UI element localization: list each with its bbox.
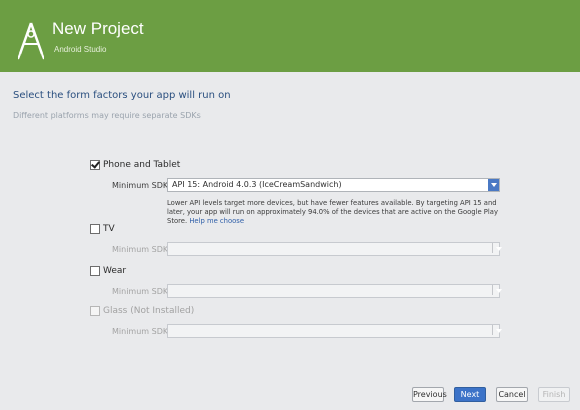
wear-min-sdk-label: Minimum SDK [112,287,169,296]
wear-checkbox[interactable] [90,266,100,276]
wizard-title: New Project [52,19,144,38]
glass-checkbox [90,306,100,316]
tv-min-sdk-select[interactable] [167,242,502,256]
glass-min-sdk-label: Minimum SDK [112,327,169,336]
phone-tablet-checkbox[interactable] [90,160,100,170]
phone-tablet-checkbox-row[interactable]: Phone and Tablet [90,158,180,172]
cancel-button[interactable]: Cancel [496,387,528,402]
form-factor-prompt: Select the form factors your app will ru… [13,90,231,101]
tv-min-sdk-label: Minimum SDK [112,245,169,254]
chevron-down-icon[interactable] [488,179,499,191]
tv-checkbox-row[interactable]: TV [90,222,115,236]
phone-tablet-min-sdk-label: Minimum SDK [112,181,169,190]
wear-min-sdk-select[interactable] [167,284,502,298]
wear-checkbox-row[interactable]: Wear [90,264,126,278]
chevron-down-icon [492,243,502,253]
phone-tablet-min-sdk-value: API 15: Android 4.0.3 (IceCreamSandwich) [172,180,342,189]
glass-checkbox-row: Glass (Not Installed) [90,304,194,318]
wizard-subtitle: Android Studio [54,45,107,54]
phone-tablet-label: Phone and Tablet [103,160,181,170]
previous-button[interactable]: Previous [412,387,447,402]
finish-button: Finish [538,387,570,402]
glass-label: Glass (Not Installed) [103,306,195,316]
wear-label: Wear [103,266,127,276]
phone-tablet-min-sdk-select[interactable]: API 15: Android 4.0.3 (IceCreamSandwich) [167,178,500,192]
help-me-choose-link[interactable]: Help me choose [189,217,244,225]
tv-checkbox[interactable] [90,224,100,234]
tv-label: TV [103,224,115,234]
wizard-header: New Project Android Studio [0,0,580,72]
chevron-down-icon [492,325,502,335]
next-button[interactable]: Next [454,387,486,402]
api-level-info: Lower API levels target more devices, bu… [167,199,501,226]
chevron-down-icon [492,285,502,295]
glass-min-sdk-select [167,324,502,338]
help-text: Different platforms may require separate… [13,111,201,120]
android-studio-logo-icon [18,22,44,60]
